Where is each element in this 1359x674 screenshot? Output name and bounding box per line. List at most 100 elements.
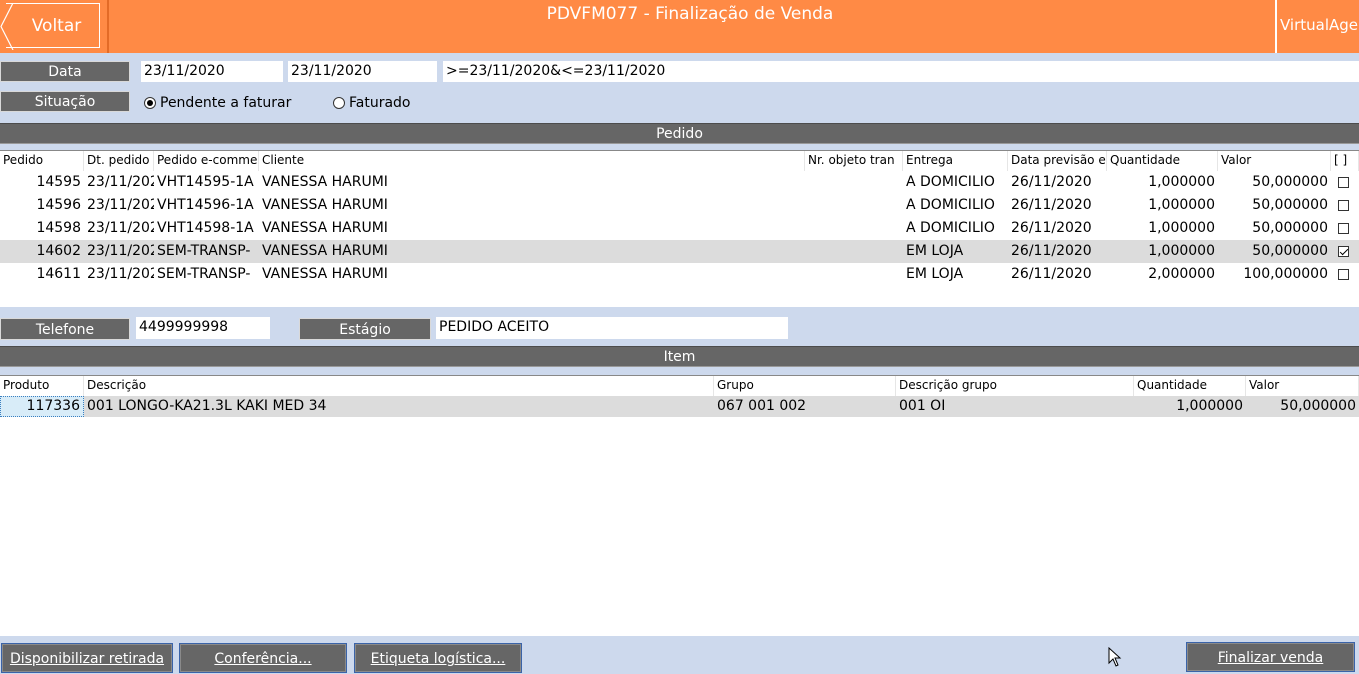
cell-pedido-ecommerce: VHT14596-1A [157,197,254,213]
cell-nr-objeto [805,194,903,217]
radio-pendente[interactable]: Pendente a faturar [144,95,291,111]
cell-dt-pedido: 23/11/2020 [87,266,154,282]
cell-quantidade: 1,000000 [1148,220,1215,236]
cell-valor: 100,000000 [1243,266,1328,282]
cell-descricao: 001 LONGO-KA21.3L KAKI MED 34 [87,398,327,414]
date-to-field[interactable]: 23/11/2020 [288,61,437,82]
col-data-previsao[interactable]: Data previsão e [1008,151,1107,171]
pedido-rows: 1459523/11/2020VHT14595-1AVANESSA HARUMI… [0,171,1359,286]
pedido-table: Pedido Dt. pedido Pedido e-comme Cliente… [0,150,1359,307]
estagio-label: Estágio [299,318,431,340]
brand-logo-text[interactable]: VirtualAge [1280,16,1359,34]
cell-entrega: EM LOJA [906,266,964,282]
date-expression-field[interactable]: >=23/11/2020&<=23/11/2020 [443,61,1359,82]
checkbox-icon[interactable] [1338,268,1349,280]
date-from-field[interactable]: 23/11/2020 [141,61,283,82]
cell-pedido: 14596 [36,197,81,213]
etiqueta-logistica-button[interactable]: Etiqueta logística... [354,643,522,673]
table-row[interactable]: 14596 23/11/2020VHT14596-1A VANESSA HARUMI… [0,194,1359,217]
cell-quantidade: 1,000000 [1148,197,1215,213]
cell-pedido-ecommerce: VHT14598-1A [157,220,254,236]
checkbox-checked-icon[interactable] [1338,245,1349,257]
cell-valor: 50,000000 [1252,174,1328,190]
item-table: Produto Descrição Grupo Descrição grupo … [0,375,1359,636]
checkbox-icon[interactable] [1338,176,1349,188]
cell-cliente: VANESSA HARUMI [262,197,388,213]
cell-data-previsao: 26/11/2020 [1011,220,1092,236]
col-descricao[interactable]: Descrição [84,376,714,396]
col-item-valor[interactable]: Valor [1246,376,1359,396]
cell-pedido-ecommerce: VHT14595-1A [157,174,254,190]
cell-valor: 50,000000 [1252,243,1328,259]
cell-nr-objeto [805,217,903,240]
cell-data-previsao: 26/11/2020 [1011,174,1092,190]
table-row[interactable]: 117336 001 LONGO-KA21.3L KAKI MED 34 067 0… [0,396,1359,417]
col-entrega[interactable]: Entrega [903,151,1008,171]
back-button-label: Voltar [31,15,82,36]
table-row[interactable]: 14595 23/11/2020VHT14595-1A VANESSA HARUMI… [0,171,1359,194]
cell-data-previsao: 26/11/2020 [1011,266,1092,282]
cell-dt-pedido: 23/11/2020 [87,243,154,259]
cell-dt-pedido: 23/11/2020 [87,174,154,190]
col-descricao-grupo[interactable]: Descrição grupo [896,376,1134,396]
col-valor[interactable]: Valor [1218,151,1331,171]
cell-grupo: 067 001 002 [717,398,807,414]
cell-pedido: 14611 [36,266,81,282]
radio-pendente-label: Pendente a faturar [160,95,292,111]
table-row[interactable]: 14598 23/11/2020VHT14598-1A VANESSA HARUMI… [0,217,1359,240]
back-button[interactable]: Voltar [0,3,100,50]
item-rows: 117336 001 LONGO-KA21.3L KAKI MED 34 067 0… [0,396,1359,417]
estagio-field[interactable]: PEDIDO ACEITO [436,317,788,339]
cell-select [1331,240,1359,263]
checkbox-icon[interactable] [1338,222,1349,234]
cell-pedido: 14598 [36,220,81,236]
finalizar-venda-button[interactable]: Finalizar venda [1186,642,1355,672]
col-pedido[interactable]: Pedido [0,151,84,171]
date-expression-text: >=23/11/2020&<=23/11/2020 [446,63,666,79]
cell-cliente: VANESSA HARUMI [262,174,388,190]
col-pedido-ecommerce[interactable]: Pedido e-comme [154,151,259,171]
cell-quantidade: 2,000000 [1148,266,1215,282]
table-row[interactable]: 14611 23/11/2020SEM-TRANSP- VANESSA HARUMI… [0,263,1359,286]
item-table-header: Produto Descrição Grupo Descrição grupo … [0,376,1359,396]
radio-faturado[interactable]: Faturado [333,95,411,111]
col-cliente[interactable]: Cliente [259,151,805,171]
cell-nr-objeto [805,263,903,286]
cell-select [1331,171,1359,194]
cell-nr-objeto [805,171,903,194]
conferencia-button[interactable]: Conferência... [179,643,347,673]
situacao-label: Situação [0,91,130,112]
cell-select [1331,263,1359,286]
col-item-quantidade[interactable]: Quantidade [1134,376,1246,396]
cell-item-valor: 50,000000 [1280,398,1356,414]
cell-entrega: A DOMICILIO [906,174,995,190]
cell-pedido: 14595 [36,174,81,190]
cell-descricao-grupo: 001 OI [899,398,946,414]
table-row[interactable]: 14602 23/11/2020SEM-TRANSP- VANESSA HARUMI… [0,240,1359,263]
radio-faturado-label: Faturado [349,95,411,111]
cell-entrega: A DOMICILIO [906,220,995,236]
col-grupo[interactable]: Grupo [714,376,896,396]
cell-quantidade: 1,000000 [1148,174,1215,190]
col-produto[interactable]: Produto [0,376,84,396]
cell-entrega: EM LOJA [906,243,964,259]
disponibilizar-retirada-button[interactable]: Disponibilizar retirada [1,643,173,673]
checkbox-icon[interactable] [1338,199,1349,211]
data-label: Data [0,61,130,82]
header-divider [107,0,109,53]
cell-produto: 117336 [0,396,84,417]
col-dt-pedido[interactable]: Dt. pedido [84,151,154,171]
item-section-title: Item [0,346,1359,367]
col-nr-objeto[interactable]: Nr. objeto tran [805,151,903,171]
col-select-all[interactable]: [ ] [1331,151,1359,171]
radio-unchecked-icon [333,97,345,109]
cell-pedido-ecommerce: SEM-TRANSP- [157,266,251,282]
col-quantidade[interactable]: Quantidade [1107,151,1218,171]
telefone-field[interactable]: 4499999998 [136,317,270,339]
cell-pedido-ecommerce: SEM-TRANSP- [157,243,251,259]
cell-pedido: 14602 [36,243,81,259]
page-title: PDVFM077 - Finalização de Venda [546,4,834,24]
cell-select [1331,217,1359,240]
cell-cliente: VANESSA HARUMI [262,266,388,282]
cell-cliente: VANESSA HARUMI [262,220,388,236]
